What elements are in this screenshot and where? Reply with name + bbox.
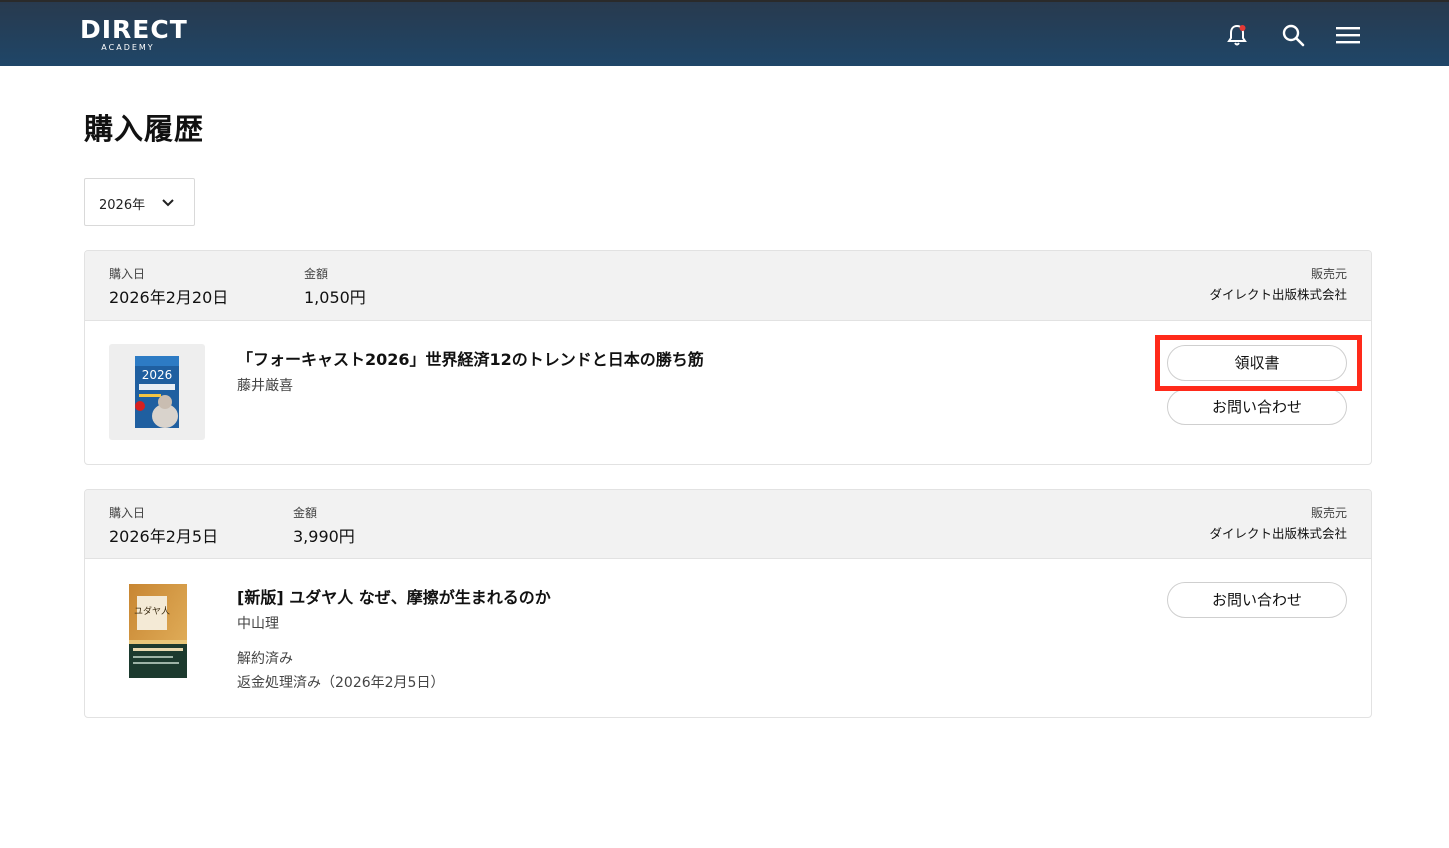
top-navigation-bar: DIRECT ACADEMY [0, 0, 1449, 66]
purchase-date-label: 購入日 [109, 267, 146, 281]
seller-label: 販売元 [1310, 267, 1347, 281]
page-title: 購入履歴 [84, 112, 205, 146]
amount: 3,990円 [293, 527, 355, 546]
bell-icon[interactable] [1224, 22, 1250, 48]
seller-name: ダイレクト出版株式会社 [1209, 526, 1347, 541]
year-select-value: 2026年 [99, 198, 146, 213]
logo-main-text: DIRECT [80, 15, 188, 44]
chevron-down-icon [162, 199, 174, 207]
direct-academy-logo[interactable]: DIRECT ACADEMY [80, 15, 188, 56]
receipt-button[interactable]: 領収書 [1167, 345, 1347, 381]
purchase-card-header: 購入日 2026年2月5日 金額 3,990円 販売元 ダイレクト出版株式会社 [85, 490, 1371, 559]
product-author: 中山理 [237, 616, 279, 632]
cancel-status: 解約済み [237, 651, 293, 667]
purchase-date-label: 購入日 [109, 506, 146, 520]
contact-button[interactable]: お問い合わせ [1167, 582, 1347, 618]
purchase-date: 2026年2月5日 [109, 527, 219, 546]
seller-name: ダイレクト出版株式会社 [1209, 287, 1347, 302]
year-select[interactable]: 2026年 [84, 178, 195, 226]
search-icon[interactable] [1280, 22, 1306, 48]
contact-button[interactable]: お問い合わせ [1167, 389, 1347, 425]
purchase-date: 2026年2月20日 [109, 288, 229, 307]
logo-sub-text: ACADEMY [101, 43, 155, 52]
menu-icon[interactable] [1335, 22, 1361, 48]
product-author: 藤井厳喜 [237, 378, 293, 394]
purchase-card-header: 購入日 2026年2月20日 金額 1,050円 販売元 ダイレクト出版株式会社 [85, 251, 1371, 321]
cover-year-text: 2026 [142, 368, 173, 382]
product-thumbnail[interactable]: ユダヤ人 [129, 584, 189, 678]
amount: 1,050円 [304, 288, 366, 307]
refund-status: 返金処理済み（2026年2月5日） [237, 675, 445, 691]
seller-label: 販売元 [1310, 506, 1347, 520]
product-thumbnail[interactable]: 2026 [109, 344, 205, 440]
product-title[interactable]: 「フォーキャスト2026」世界経済12のトレンドと日本の勝ち筋 [237, 346, 704, 370]
amount-label: 金額 [293, 506, 318, 520]
product-title[interactable]: [新版] ユダヤ人 なぜ、摩擦が生まれるのか [237, 584, 551, 608]
purchase-card: 購入日 2026年2月5日 金額 3,990円 販売元 ダイレクト出版株式会社 … [84, 489, 1372, 718]
amount-label: 金額 [304, 267, 329, 281]
cover-title-text: ユダヤ人 [134, 605, 170, 617]
purchase-card: 購入日 2026年2月20日 金額 1,050円 販売元 ダイレクト出版株式会社… [84, 250, 1372, 465]
